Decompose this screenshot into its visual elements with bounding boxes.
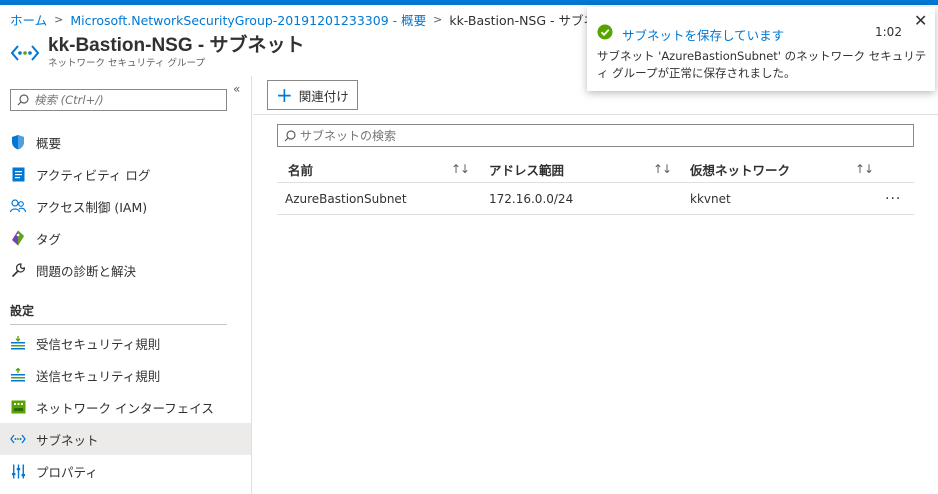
subnet-search-box[interactable] [277,124,914,147]
sort-icon[interactable]: ↑↓ [855,156,874,182]
sidebar-item-label: 概要 [36,135,62,151]
network-interface-icon [10,399,26,415]
sidebar-item-network-interfaces[interactable]: ネットワーク インターフェイス [0,391,251,423]
resource-menu: « 概要 アクティビティ ログ アクセス制御 (IAM) タグ [0,76,252,494]
subnet-resource-icon [10,45,40,61]
sidebar-item-label: ネットワーク インターフェイス [36,400,214,416]
sort-icon[interactable]: ↑↓ [451,156,470,182]
wrench-icon [10,262,26,278]
close-icon[interactable]: ✕ [914,11,927,30]
breadcrumb-nsg-link[interactable]: Microsoft.NetworkSecurityGroup-201912012… [70,10,426,29]
sidebar-item-label: サブネット [36,432,99,448]
associate-button[interactable]: + 関連付け [267,80,358,110]
sort-icon[interactable]: ↑↓ [653,156,672,182]
sidebar-item-label: アクセス制御 (IAM) [36,199,148,215]
sidebar-item-diagnose[interactable]: 問題の診断と解決 [0,254,251,286]
tag-icon [10,230,26,246]
sidebar-item-label: 受信セキュリティ規則 [36,336,161,352]
page-subtitle: ネットワーク セキュリティ グループ [48,58,205,69]
breadcrumb-home-link[interactable]: ホーム [10,10,47,29]
subnet-search-input[interactable] [300,128,800,143]
main-content: + 関連付け 名前 ↑↓ アドレス範囲 ↑↓ 仮想ネットワーク ↑↓ Azure… [253,76,938,494]
associate-button-label: 関連付け [298,89,349,104]
page-title: kk-Bastion-NSG - サブネット [48,35,305,56]
sidebar-item-activity-log[interactable]: アクティビティ ログ [0,158,251,190]
properties-icon [10,463,26,479]
sidebar-item-label: 問題の診断と解決 [36,263,137,279]
sidebar-item-properties[interactable]: プロパティ [0,455,251,487]
sidebar-item-iam[interactable]: アクセス制御 (IAM) [0,190,251,222]
table-row-divider [277,214,914,215]
column-header-address-range[interactable]: アドレス範囲 [489,156,564,182]
subnet-icon [10,431,26,447]
people-icon [10,198,26,214]
menu-search-box[interactable] [10,89,227,111]
inbound-rules-icon [10,335,26,351]
column-header-name[interactable]: 名前 [288,156,313,182]
shield-icon [10,134,26,150]
column-header-virtual-network[interactable]: 仮想ネットワーク [690,156,790,182]
page-header: kk-Bastion-NSG - サブネット ネットワーク セキュリティ グルー… [10,34,305,72]
outbound-rules-icon [10,367,26,383]
collapse-menu-icon[interactable]: « [233,82,240,96]
sidebar-item-outbound-rules[interactable]: 送信セキュリティ規則 [0,359,251,391]
plus-icon: + [276,83,293,107]
search-icon [17,94,29,106]
notification-message: サブネット 'AzureBastionSubnet' のネットワーク セキュリテ… [597,49,927,80]
sidebar-item-inbound-rules[interactable]: 受信セキュリティ規則 [0,327,251,359]
menu-search-input[interactable] [34,93,214,107]
section-divider [10,324,227,325]
activity-log-icon [10,166,26,182]
sidebar-item-label: プロパティ [36,464,98,480]
notification-time: 1:02 [875,25,902,39]
cell-virtual-network[interactable]: kkvnet [690,186,731,212]
cell-subnet-name[interactable]: AzureBastionSubnet [285,186,407,212]
toolbar-divider [253,114,938,115]
sidebar-item-subnets[interactable]: サブネット [0,423,251,455]
section-header-settings: 設定 [10,304,35,318]
sidebar-item-tags[interactable]: タグ [0,222,251,254]
notification-title[interactable]: サブネットを保存しています [622,25,784,44]
success-check-icon [597,24,613,40]
notification-toast: サブネットを保存しています 1:02 ✕ サブネット 'AzureBastion… [587,7,935,91]
table-header-divider [277,182,914,183]
chevron-right-icon: > [433,12,443,26]
sidebar-item-label: アクティビティ ログ [36,167,151,183]
chevron-right-icon: > [54,12,64,26]
search-icon [284,129,296,141]
sidebar-item-overview[interactable]: 概要 [0,126,251,158]
cell-address-range: 172.16.0.0/24 [489,192,574,206]
more-options-icon[interactable]: ··· [885,186,901,212]
sidebar-item-label: タグ [36,231,62,247]
portal-top-bar [0,0,938,5]
sidebar-item-label: 送信セキュリティ規則 [36,368,161,384]
breadcrumb: ホーム > Microsoft.NetworkSecurityGroup-201… [10,10,621,28]
